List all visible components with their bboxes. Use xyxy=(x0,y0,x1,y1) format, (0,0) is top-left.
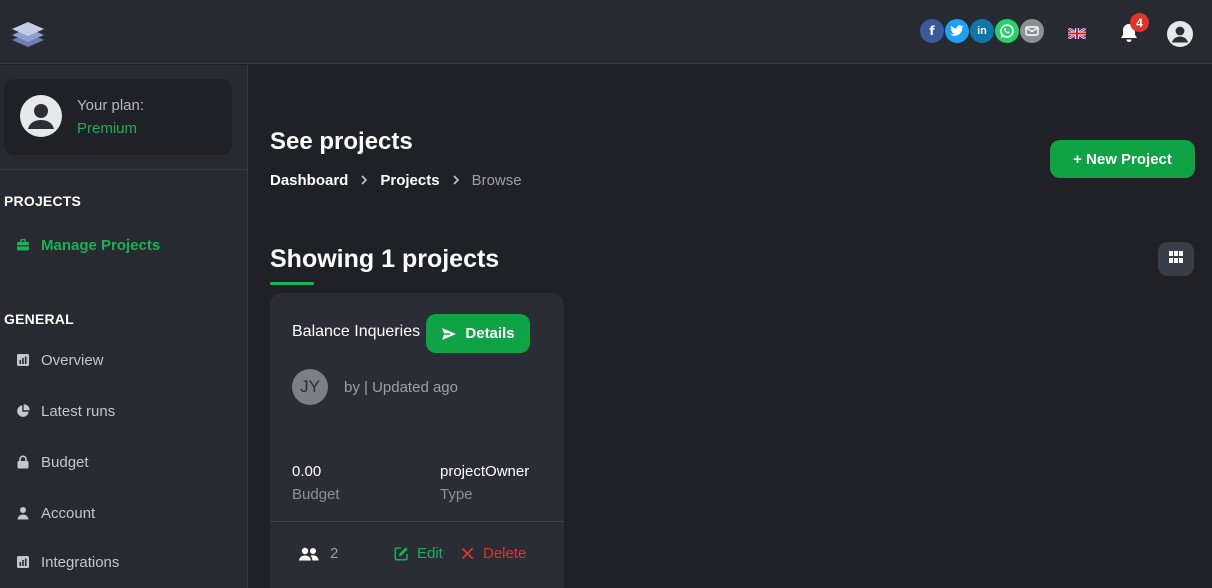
whatsapp-share-icon[interactable] xyxy=(995,19,1019,43)
project-name[interactable]: Balance Inqueries xyxy=(292,323,432,341)
breadcrumb-browse: Browse xyxy=(471,172,522,189)
project-card: Balance Inqueries Details JY by | Update… xyxy=(270,293,564,588)
plan-label: Your plan: xyxy=(77,97,145,114)
plan-value: Premium xyxy=(77,120,138,137)
sidebar-item-account[interactable]: Account xyxy=(16,501,95,525)
edit-button[interactable]: Edit xyxy=(394,545,443,562)
owner-avatar: JY xyxy=(292,369,328,405)
plan-avatar-icon xyxy=(20,95,62,137)
edit-icon xyxy=(394,546,409,561)
facebook-share-icon[interactable]: f xyxy=(920,19,944,43)
edit-label: Edit xyxy=(417,545,443,562)
delete-label: Delete xyxy=(483,545,527,562)
top-bar: f in 4 xyxy=(0,0,1212,64)
sidebar-item-label: Integrations xyxy=(41,553,120,571)
sidebar-section-general: GENERAL xyxy=(4,311,74,327)
members-count: 2 xyxy=(298,545,338,562)
lock-icon xyxy=(16,455,30,469)
new-project-button[interactable]: + New Project xyxy=(1050,140,1195,178)
page-title: See projects xyxy=(270,128,413,155)
close-icon xyxy=(460,546,475,561)
linkedin-share-icon[interactable]: in xyxy=(970,19,994,43)
budget-label: Budget xyxy=(292,486,340,503)
sidebar-section-projects: PROJECTS xyxy=(4,193,82,209)
plan-card: Your plan: Premium xyxy=(4,79,232,155)
email-share-icon[interactable] xyxy=(1020,19,1044,43)
chevron-right-icon xyxy=(452,173,460,188)
pie-chart-icon xyxy=(16,404,30,418)
sidebar-item-label: Account xyxy=(41,504,96,522)
sidebar-item-integrations[interactable]: Integrations xyxy=(16,550,119,574)
card-divider xyxy=(270,521,564,522)
sidebar-item-budget[interactable]: Budget xyxy=(16,450,89,474)
sidebar-item-label: Manage Projects xyxy=(41,236,161,254)
uk-flag-icon[interactable] xyxy=(1067,26,1087,41)
sidebar-item-manage-projects[interactable]: Manage Projects xyxy=(16,233,160,257)
delete-button[interactable]: Delete xyxy=(460,545,526,562)
sidebar: Your plan: Premium PROJECTS Manage Proje… xyxy=(0,65,248,588)
details-button[interactable]: Details xyxy=(426,314,530,353)
sidebar-item-label: Latest runs xyxy=(41,402,116,420)
breadcrumb: Dashboard Projects Browse xyxy=(270,172,522,189)
heading-underline xyxy=(270,282,314,285)
sidebar-item-latest-runs[interactable]: Latest runs xyxy=(16,399,115,423)
budget-value: 0.00 xyxy=(292,463,322,480)
twitter-share-icon[interactable] xyxy=(945,19,969,43)
user-avatar-icon[interactable] xyxy=(1167,21,1193,47)
sidebar-divider xyxy=(0,169,248,170)
grid-icon xyxy=(1169,250,1183,268)
chart-bar-icon xyxy=(16,353,30,367)
chevron-right-icon xyxy=(360,173,368,188)
briefcase-icon xyxy=(16,238,30,252)
users-icon xyxy=(298,547,320,561)
type-value: projectOwner xyxy=(440,463,530,480)
sidebar-item-label: Budget xyxy=(41,453,89,471)
members-count-value: 2 xyxy=(330,545,339,562)
send-icon xyxy=(441,327,457,341)
breadcrumb-projects[interactable]: Projects xyxy=(380,172,439,189)
breadcrumb-dashboard[interactable]: Dashboard xyxy=(270,172,348,189)
sidebar-item-overview[interactable]: Overview xyxy=(16,348,104,372)
projects-count-heading: Showing 1 projects xyxy=(270,245,500,273)
type-label: Type xyxy=(440,486,473,503)
user-icon xyxy=(16,506,30,520)
notifications-count-badge: 4 xyxy=(1130,13,1149,32)
sidebar-item-label: Overview xyxy=(41,351,104,369)
app-logo-icon[interactable] xyxy=(8,20,48,48)
details-label: Details xyxy=(465,325,515,342)
grid-view-toggle-button[interactable] xyxy=(1158,242,1194,276)
project-meta: by | Updated ago xyxy=(344,379,458,396)
chart-bar-icon xyxy=(16,555,30,569)
